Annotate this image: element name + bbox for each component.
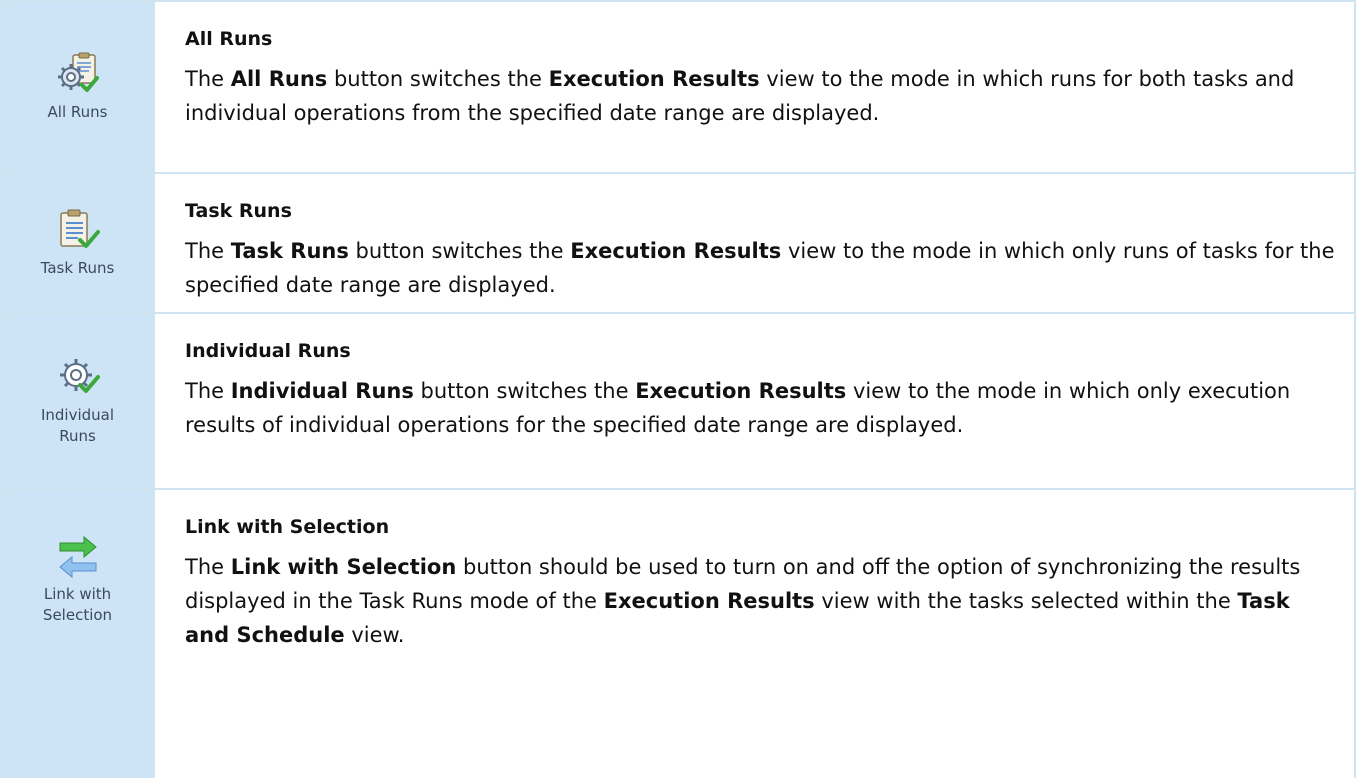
- clipboard-check-icon: [59, 209, 100, 248]
- table-row-all-runs: All Runs All Runs The All Runs button sw…: [0, 0, 1356, 174]
- item-title: Individual Runs: [185, 340, 351, 362]
- item-description: The Link with Selection button should be…: [185, 555, 1301, 647]
- table-row-task-runs: Task Runs Task Runs The Task Runs button…: [0, 174, 1356, 314]
- individual-runs-caption: Individual Runs: [40, 406, 115, 445]
- item-title: Task Runs: [185, 200, 292, 222]
- table-row-individual-runs: Individual Runs Individual Runs The Indi…: [0, 314, 1356, 490]
- icon-cell-task-runs: Task Runs: [0, 174, 155, 312]
- icon-cell-link-with-selection: Link with Selection: [0, 490, 155, 778]
- item-title: All Runs: [185, 28, 273, 50]
- button-reference-table: All Runs All Runs The All Runs button sw…: [0, 0, 1356, 778]
- table-row-link-with-selection: Link with Selection Link with Selection …: [0, 490, 1356, 778]
- item-title: Link with Selection: [185, 516, 390, 538]
- all-runs-caption: All Runs: [47, 102, 108, 121]
- icon-cell-individual-runs: Individual Runs: [0, 314, 155, 488]
- item-description: The Individual Runs button switches the …: [185, 379, 1291, 437]
- text-cell-link-with-selection: Link with Selection The Link with Select…: [155, 490, 1356, 778]
- item-description: The All Runs button switches the Executi…: [185, 67, 1295, 125]
- icon-cell-all-runs: All Runs: [0, 2, 155, 172]
- item-description: The Task Runs button switches the Execut…: [185, 239, 1335, 297]
- text-cell-individual-runs: Individual Runs The Individual Runs butt…: [155, 314, 1356, 488]
- link-with-selection-caption: Link with Selection: [42, 585, 113, 624]
- text-cell-all-runs: All Runs The All Runs button switches th…: [155, 2, 1356, 172]
- text-cell-task-runs: Task Runs The Task Runs button switches …: [155, 174, 1356, 312]
- task-runs-caption: Task Runs: [40, 258, 115, 277]
- gear-check-icon: [59, 359, 100, 393]
- gear-clipboard-check-icon: [57, 52, 99, 92]
- link-arrows-icon: [58, 535, 97, 578]
